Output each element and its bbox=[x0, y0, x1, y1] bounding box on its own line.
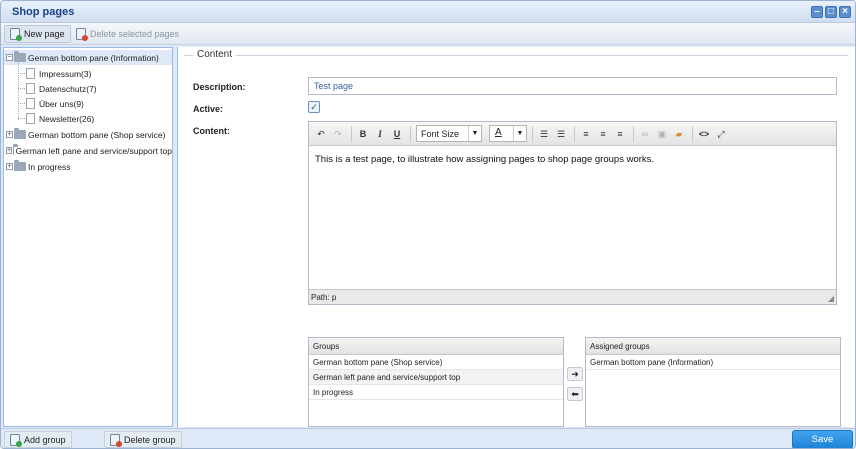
chevron-down-icon: ▼ bbox=[513, 126, 526, 141]
folder-icon bbox=[14, 51, 26, 62]
tree-group-row[interactable]: + German left pane and service/support t… bbox=[4, 143, 172, 158]
delete-page-icon bbox=[76, 28, 88, 41]
undo-icon[interactable]: ↶ bbox=[314, 127, 328, 141]
add-group-button[interactable]: Add group bbox=[4, 431, 72, 448]
fullscreen-icon[interactable]: ⤢ bbox=[714, 127, 728, 141]
assigned-grid-header: Assigned groups bbox=[586, 338, 840, 355]
tree-group-row[interactable]: + In progress bbox=[4, 159, 172, 174]
resize-handle-icon[interactable]: ◢ bbox=[828, 294, 834, 303]
groups-row[interactable]: German bottom pane (Shop service) bbox=[309, 355, 563, 370]
delete-group-button[interactable]: Delete group bbox=[104, 431, 182, 448]
unassign-arrow-button[interactable]: ⬅ bbox=[567, 387, 583, 401]
folder-icon bbox=[14, 160, 26, 171]
expand-toggle-icon[interactable]: + bbox=[6, 163, 13, 170]
bottom-toolbar: Add group Delete group Save bbox=[1, 428, 855, 448]
add-group-icon bbox=[10, 433, 22, 447]
description-label: Description: bbox=[193, 82, 246, 92]
bullet-list-icon[interactable]: ☰ bbox=[537, 127, 551, 141]
fieldset-border bbox=[184, 55, 848, 56]
window-controls: – □ × bbox=[811, 6, 851, 18]
bold-icon[interactable]: B bbox=[356, 127, 370, 141]
assigned-groups-grid: Assigned groups German bottom pane (Info… bbox=[585, 337, 841, 427]
save-button[interactable]: Save bbox=[792, 430, 853, 448]
insert-media-icon[interactable]: ▰ bbox=[672, 127, 686, 141]
underline-icon[interactable]: U bbox=[390, 127, 404, 141]
content-panel: Content Description: Active: ✓ Content: … bbox=[177, 47, 855, 427]
page-icon bbox=[26, 113, 35, 124]
expand-toggle-icon[interactable]: + bbox=[6, 147, 13, 154]
font-color-picker[interactable]: A ▼ bbox=[489, 125, 527, 142]
groups-grid-header: Groups bbox=[309, 338, 563, 355]
folder-icon bbox=[14, 128, 26, 139]
tree-page-label: Newsletter(26) bbox=[39, 113, 95, 124]
italic-icon[interactable]: I bbox=[373, 127, 387, 141]
new-page-label: New page bbox=[24, 29, 65, 39]
tree-group-label: German bottom pane (Information) bbox=[28, 52, 159, 63]
tree-group-label: German bottom pane (Shop service) bbox=[28, 129, 166, 140]
collapse-toggle-icon[interactable]: − bbox=[6, 54, 13, 61]
numbered-list-icon[interactable]: ☰ bbox=[554, 127, 568, 141]
page-tree: − German bottom pane (Information) Impre… bbox=[3, 47, 173, 427]
toolbar: New page Delete selected pages bbox=[1, 23, 855, 45]
link-icon[interactable]: ∞ bbox=[638, 127, 652, 141]
tree-page-label: Datenschutz(7) bbox=[39, 83, 97, 94]
folder-icon bbox=[13, 144, 16, 155]
groups-row[interactable]: In progress bbox=[309, 385, 563, 400]
tree-group-row[interactable]: − German bottom pane (Information) bbox=[4, 50, 172, 65]
align-center-icon[interactable]: ≡ bbox=[596, 127, 610, 141]
tree-page-row[interactable]: Impressum(3) bbox=[4, 66, 172, 81]
editor-statusbar: Path: p ◢ bbox=[309, 289, 836, 304]
assigned-row[interactable]: German bottom pane (Information) bbox=[586, 355, 840, 370]
editor-path: Path: p bbox=[311, 293, 337, 302]
groups-grid: Groups German bottom pane (Shop service)… bbox=[308, 337, 564, 427]
source-code-icon[interactable]: <> bbox=[697, 127, 711, 141]
expand-toggle-icon[interactable]: + bbox=[6, 131, 13, 138]
content-label: Content: bbox=[193, 126, 230, 136]
minimize-icon[interactable]: – bbox=[811, 6, 823, 18]
shop-pages-window: Shop pages – □ × New page Delete selecte… bbox=[0, 0, 856, 449]
editor-body[interactable]: This is a test page, to illustrate how a… bbox=[315, 154, 654, 165]
tree-page-row[interactable]: Datenschutz(7) bbox=[4, 81, 172, 96]
tree-page-label: Über uns(9) bbox=[39, 98, 84, 109]
delete-group-label: Delete group bbox=[124, 434, 176, 445]
redo-icon[interactable]: ↷ bbox=[331, 127, 345, 141]
assign-arrow-button[interactable]: ➜ bbox=[567, 367, 583, 381]
page-icon bbox=[26, 98, 35, 109]
tree-group-label: German left pane and service/support top bbox=[15, 145, 172, 156]
fieldset-title: Content bbox=[193, 49, 237, 60]
add-group-label: Add group bbox=[24, 434, 66, 445]
tree-group-row[interactable]: + German bottom pane (Shop service) bbox=[4, 127, 172, 142]
page-icon bbox=[26, 83, 35, 94]
tree-group-label: In progress bbox=[28, 161, 71, 172]
font-color-icon: A bbox=[495, 127, 502, 138]
arrow-left-icon: ⬅ bbox=[571, 389, 579, 399]
description-input[interactable] bbox=[308, 77, 837, 95]
align-left-icon[interactable]: ≡ bbox=[579, 127, 593, 141]
delete-selected-label: Delete selected pages bbox=[90, 29, 180, 39]
delete-group-icon bbox=[110, 433, 122, 447]
editor-toolbar: ↶ ↷ B I U Font Size ▼ A ▼ ☰ ☰ ≡ ≡ ≡ ∞ ▣ … bbox=[309, 122, 836, 146]
active-label: Active: bbox=[193, 104, 224, 114]
font-size-select[interactable]: Font Size ▼ bbox=[416, 125, 482, 142]
title-bar: Shop pages – □ × bbox=[1, 1, 855, 23]
groups-row[interactable]: German left pane and service/support top bbox=[309, 370, 563, 385]
window-title: Shop pages bbox=[12, 6, 75, 18]
tree-page-row[interactable]: Newsletter(26) bbox=[4, 111, 172, 126]
new-page-icon bbox=[10, 28, 22, 41]
close-icon[interactable]: × bbox=[839, 6, 851, 18]
chevron-down-icon: ▼ bbox=[468, 126, 481, 141]
align-right-icon[interactable]: ≡ bbox=[613, 127, 627, 141]
rich-text-editor: ↶ ↷ B I U Font Size ▼ A ▼ ☰ ☰ ≡ ≡ ≡ ∞ ▣ … bbox=[308, 121, 837, 305]
font-size-label: Font Size bbox=[421, 129, 460, 139]
maximize-icon[interactable]: □ bbox=[825, 6, 837, 18]
active-checkbox[interactable]: ✓ bbox=[308, 101, 320, 113]
tree-page-label: Impressum(3) bbox=[39, 68, 92, 79]
delete-selected-pages-button[interactable]: Delete selected pages bbox=[71, 25, 184, 43]
page-icon bbox=[26, 68, 35, 79]
tree-page-row[interactable]: Über uns(9) bbox=[4, 96, 172, 111]
image-icon[interactable]: ▣ bbox=[655, 127, 669, 141]
arrow-right-icon: ➜ bbox=[571, 369, 579, 379]
new-page-button[interactable]: New page bbox=[4, 25, 71, 43]
